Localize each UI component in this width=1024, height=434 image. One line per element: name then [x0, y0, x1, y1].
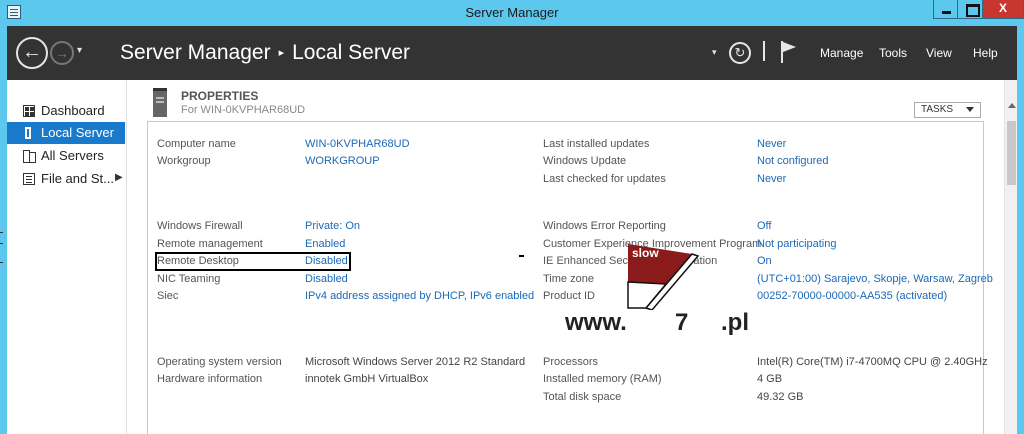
dashboard-icon: [23, 105, 35, 117]
property-value-link[interactable]: Off: [757, 220, 771, 232]
property-label: Computer name: [157, 138, 236, 150]
sidebar: Dashboard Local Server All Servers File …: [7, 80, 127, 434]
property-value-link[interactable]: Never: [757, 173, 786, 185]
property-label: Processors: [543, 356, 599, 368]
property-value-link[interactable]: Private: On: [305, 220, 360, 232]
property-label: Last installed updates: [543, 138, 650, 150]
file-storage-icon: [23, 173, 35, 185]
property-value-link[interactable]: Enabled: [305, 238, 345, 250]
expand-arrow-icon[interactable]: ▶: [115, 172, 123, 183]
property-label: Remote management: [157, 238, 263, 250]
minimize-button[interactable]: [933, 0, 958, 19]
sidebar-item-local-server[interactable]: Local Server: [7, 122, 125, 144]
page-title: PROPERTIES: [181, 89, 259, 103]
property-value-link[interactable]: (UTC+01:00) Sarajevo, Skopje, Warsaw, Za…: [757, 273, 993, 285]
tasks-dropdown[interactable]: TASKS: [914, 102, 981, 118]
back-icon[interactable]: ←: [16, 37, 48, 69]
edge-mark: [0, 232, 3, 233]
breadcrumb: Server Manager ▸ Local Server: [120, 41, 410, 65]
menu-tools[interactable]: Tools: [879, 46, 907, 60]
property-value-link[interactable]: IPv4 address assigned by DHCP, IPv6 enab…: [305, 290, 534, 302]
property-label: Windows Error Reporting: [543, 220, 666, 232]
property-label: Operating system version: [157, 356, 282, 368]
sidebar-item-file-storage[interactable]: File and St... ▶: [7, 168, 125, 190]
main-content: PROPERTIES For WIN-0KVPHAR68UD TASKS Com…: [128, 80, 1004, 434]
property-value-link[interactable]: 00252-70000-00000-AA535 (activated): [757, 290, 947, 302]
breadcrumb-root[interactable]: Server Manager: [120, 41, 271, 64]
property-label: NIC Teaming: [157, 273, 221, 285]
title-bar: Server Manager X: [0, 0, 1024, 26]
all-servers-icon: [23, 150, 36, 163]
sidebar-item-label: Local Server: [41, 125, 114, 140]
sidebar-item-label: All Servers: [41, 148, 104, 163]
watermark-slow: slow: [632, 246, 659, 260]
scrollbar-thumb[interactable]: [1007, 121, 1016, 185]
menu-help[interactable]: Help: [973, 46, 998, 60]
page-subtitle: For WIN-0KVPHAR68UD: [181, 104, 306, 116]
property-label: Workgroup: [157, 155, 211, 167]
property-value-link[interactable]: WORKGROUP: [305, 155, 380, 167]
property-label: Installed memory (RAM): [543, 373, 662, 385]
property-label: Hardware information: [157, 373, 263, 385]
close-button[interactable]: X: [982, 0, 1024, 19]
sidebar-item-label: Dashboard: [41, 103, 105, 118]
breadcrumb-separator-icon: ▸: [278, 47, 285, 59]
watermark-seven: 7: [675, 309, 689, 336]
property-value: innotek GmbH VirtualBox: [305, 373, 429, 385]
window-frame-left: [0, 26, 7, 434]
properties-panel: Computer name WIN-0KVPHAR68UD Workgroup …: [147, 121, 993, 434]
property-value-link[interactable]: Not participating: [757, 238, 837, 250]
server-properties-icon: [153, 88, 167, 117]
breadcrumb-current: Local Server: [292, 41, 410, 64]
property-label: Windows Update: [543, 155, 627, 167]
chevron-down-icon: [966, 107, 974, 112]
edge-mark: [0, 262, 3, 263]
property-label: Windows Firewall: [157, 220, 243, 232]
property-label: Siec: [157, 290, 179, 302]
stray-mark: [519, 255, 524, 257]
property-label: Product ID: [543, 290, 595, 302]
property-value: Microsoft Windows Server 2012 R2 Standar…: [305, 356, 526, 368]
property-value: Intel(R) Core(TM) i7-4700MQ CPU @ 2.40GH…: [757, 356, 988, 368]
vertical-scrollbar[interactable]: [1004, 80, 1017, 434]
property-label: Time zone: [543, 273, 594, 285]
property-value-link[interactable]: On: [757, 255, 772, 267]
forward-icon[interactable]: →: [50, 41, 74, 65]
window-title: Server Manager: [465, 5, 559, 20]
menu-manage[interactable]: Manage: [820, 46, 863, 60]
edge-mark: [0, 243, 3, 244]
highlight-box: [155, 252, 351, 271]
property-value: 4 GB: [757, 373, 783, 385]
sidebar-item-all-servers[interactable]: All Servers: [7, 145, 125, 167]
local-server-icon: [25, 127, 31, 139]
refresh-dropdown-icon[interactable]: ▾: [712, 47, 717, 58]
header-divider: [763, 41, 765, 61]
property-value-link[interactable]: Disabled: [305, 273, 348, 285]
header-bar: ← → ▾ Server Manager ▸ Local Server ▾ ↻ Ma…: [7, 26, 1017, 80]
tasks-label: TASKS: [921, 104, 954, 115]
window-frame-right: [1017, 26, 1024, 434]
property-label: Total disk space: [543, 391, 622, 403]
watermark-suffix: .pl: [721, 309, 749, 336]
property-label: Last checked for updates: [543, 173, 666, 185]
refresh-icon[interactable]: ↻: [729, 42, 751, 64]
scroll-up-icon[interactable]: [1008, 103, 1016, 108]
watermark-prefix: www.: [565, 309, 627, 336]
property-value: 49.32 GB: [757, 391, 804, 403]
notifications-flag-icon[interactable]: [781, 41, 797, 63]
menu-view[interactable]: View: [926, 46, 952, 60]
property-value-link[interactable]: Never: [757, 138, 786, 150]
history-dropdown-icon[interactable]: ▾: [77, 45, 82, 56]
property-value-link[interactable]: WIN-0KVPHAR68UD: [305, 138, 410, 150]
sidebar-item-dashboard[interactable]: Dashboard: [7, 100, 125, 122]
sidebar-item-label: File and St...: [41, 171, 114, 186]
maximize-button[interactable]: [957, 0, 983, 19]
property-value-link[interactable]: Not configured: [757, 155, 829, 167]
